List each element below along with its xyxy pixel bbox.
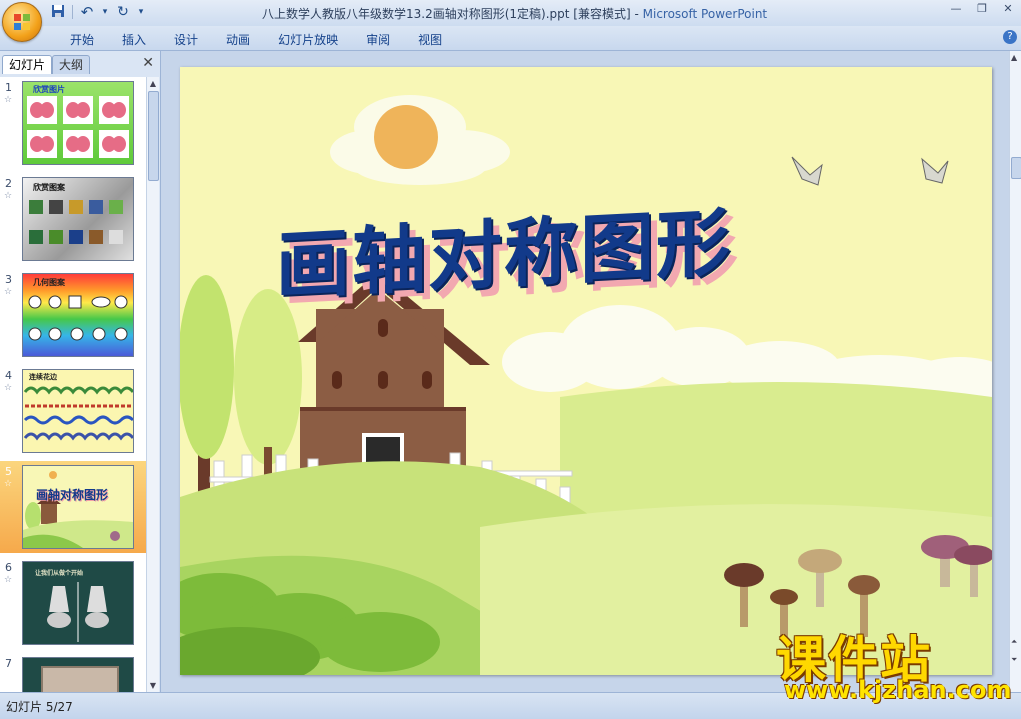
tab-view[interactable]: 视图 [404, 31, 456, 48]
thumbnail-row[interactable]: 7 [0, 653, 146, 692]
undo-dropdown-icon[interactable]: ▾ [101, 4, 109, 20]
tab-review[interactable]: 审阅 [352, 31, 404, 48]
slide-scene-illustration [180, 67, 992, 675]
slide-number: 5 [5, 465, 12, 478]
transition-star-icon: ☆ [4, 191, 13, 201]
border-pattern-icon [23, 386, 133, 441]
slide-thumbnail-2[interactable]: 欣赏图案 [22, 177, 134, 261]
slide-thumbnail-4[interactable]: 连续花边 [22, 369, 134, 453]
pattern-grid-icon [29, 200, 123, 244]
geometric-pattern-icon [28, 295, 128, 341]
slide-indicator: 幻灯片 5/27 [6, 700, 73, 714]
window-controls: — ❐ ✕ [949, 2, 1015, 15]
slide-thumbnail-7[interactable] [22, 657, 134, 692]
slide-canvas[interactable]: 画轴对称图形 画轴对称图形 [180, 67, 992, 675]
tab-animations[interactable]: 动画 [212, 31, 264, 48]
scroll-thumb[interactable] [1011, 157, 1021, 179]
watermark-url: www.kjzhan.com [784, 676, 1012, 704]
slide-editor: 画轴对称图形 画轴对称图形 [161, 51, 1009, 692]
slide-number: 3 [5, 273, 12, 286]
customize-qat-icon[interactable]: ▾ [137, 4, 145, 20]
title-separator: - [630, 7, 643, 21]
slides-panel: 幻灯片 大纲 ✕ 1 ☆ 欣赏图片 2 ☆ 欣赏图案 3 ☆ 几何图案 4 ☆ … [0, 51, 161, 692]
scroll-down-icon[interactable]: ▼ [148, 681, 158, 690]
minimize-button[interactable]: — [949, 2, 963, 15]
redo-icon[interactable]: ↻ [115, 4, 131, 20]
slide-number: 6 [5, 561, 12, 574]
window-title: 八上数学人教版八年级数学13.2画轴对称图形(1定稿).ppt [兼容模式] -… [262, 5, 767, 22]
quick-access-toolbar: ↶ ▾ ↻ ▾ [50, 4, 145, 20]
slide-number: 1 [5, 81, 12, 94]
thumbnail-list: 1 ☆ 欣赏图片 2 ☆ 欣赏图案 3 ☆ 几何图案 4 ☆ 连续花边 5 ☆ … [0, 77, 146, 692]
thumbnail-row[interactable]: 4 ☆ 连续花边 [0, 365, 146, 457]
transition-star-icon: ☆ [4, 479, 13, 489]
thumbnail-row-selected[interactable]: 5 ☆ 画轴对称图形 [0, 461, 146, 553]
paper-figures-icon [47, 582, 109, 642]
undo-icon[interactable]: ↶ [79, 4, 95, 20]
slide-number: 2 [5, 177, 12, 190]
qat-separator [72, 5, 73, 19]
transition-star-icon: ☆ [4, 383, 13, 393]
slide-thumbnail-3[interactable]: 几何图案 [22, 273, 134, 357]
thumbnail-row[interactable]: 2 ☆ 欣赏图案 [0, 173, 146, 265]
app-name: Microsoft PowerPoint [642, 7, 768, 21]
tab-insert[interactable]: 插入 [108, 31, 160, 48]
thumbnail-scrollbar[interactable]: ▲ ▼ [146, 77, 159, 692]
thumbnail-title: 画轴对称图形 [36, 488, 109, 502]
tab-home[interactable]: 开始 [56, 31, 108, 48]
slide-thumbnail-1[interactable]: 欣赏图片 [22, 81, 134, 165]
document-title: 八上数学人教版八年级数学13.2画轴对称图形(1定稿).ppt [兼容模式] [262, 7, 631, 21]
transition-star-icon: ☆ [4, 575, 13, 585]
panel-tabs: 幻灯片 大纲 ✕ [0, 53, 160, 75]
office-button[interactable] [2, 2, 42, 42]
ribbon: 开始 插入 设计 动画 幻灯片放映 审阅 视图 ? [0, 26, 1021, 51]
close-button[interactable]: ✕ [1001, 2, 1015, 15]
slide-number: 7 [5, 657, 12, 670]
help-button[interactable]: ? [1003, 30, 1017, 44]
transition-star-icon: ☆ [4, 287, 13, 297]
ribbon-tabs: 开始 插入 设计 动画 幻灯片放映 审阅 视图 [56, 31, 456, 48]
slide-number: 4 [5, 369, 12, 382]
thumbnail-picture [41, 666, 119, 692]
slide-thumbnail-5[interactable]: 画轴对称图形 [22, 465, 134, 549]
restore-button[interactable]: ❐ [975, 2, 989, 15]
transition-star-icon: ☆ [4, 95, 13, 105]
tab-slides[interactable]: 幻灯片 [2, 55, 53, 74]
tab-outline[interactable]: 大纲 [52, 55, 91, 74]
office-logo-icon [14, 14, 30, 30]
scroll-thumb[interactable] [148, 91, 159, 181]
scroll-up-icon[interactable]: ▲ [148, 79, 158, 88]
title-bar: ↶ ▾ ↻ ▾ 八上数学人教版八年级数学13.2画轴对称图形(1定稿).ppt … [0, 0, 1021, 26]
mini-scene-icon [23, 471, 133, 548]
watermark-logo: 课件站 www.kjzhan.com [770, 620, 1020, 718]
thumbnail-row[interactable]: 1 ☆ 欣赏图片 [0, 77, 146, 169]
thumbnail-row[interactable]: 3 ☆ 几何图案 [0, 269, 146, 361]
slide-thumbnail-6[interactable]: 让我们从做个开始 [22, 561, 134, 645]
sun [374, 105, 438, 169]
editor-scrollbar[interactable]: ▲ ⏶ ⏷ [1009, 51, 1021, 692]
save-icon[interactable] [50, 4, 66, 20]
tab-design[interactable]: 设计 [160, 31, 212, 48]
butterfly-grid-icon [27, 96, 129, 158]
tab-slide-show[interactable]: 幻灯片放映 [264, 31, 352, 48]
thumbnail-row[interactable]: 6 ☆ 让我们从做个开始 [0, 557, 146, 649]
panel-close-icon[interactable]: ✕ [142, 55, 154, 71]
scroll-up-icon[interactable]: ▲ [1011, 53, 1017, 62]
